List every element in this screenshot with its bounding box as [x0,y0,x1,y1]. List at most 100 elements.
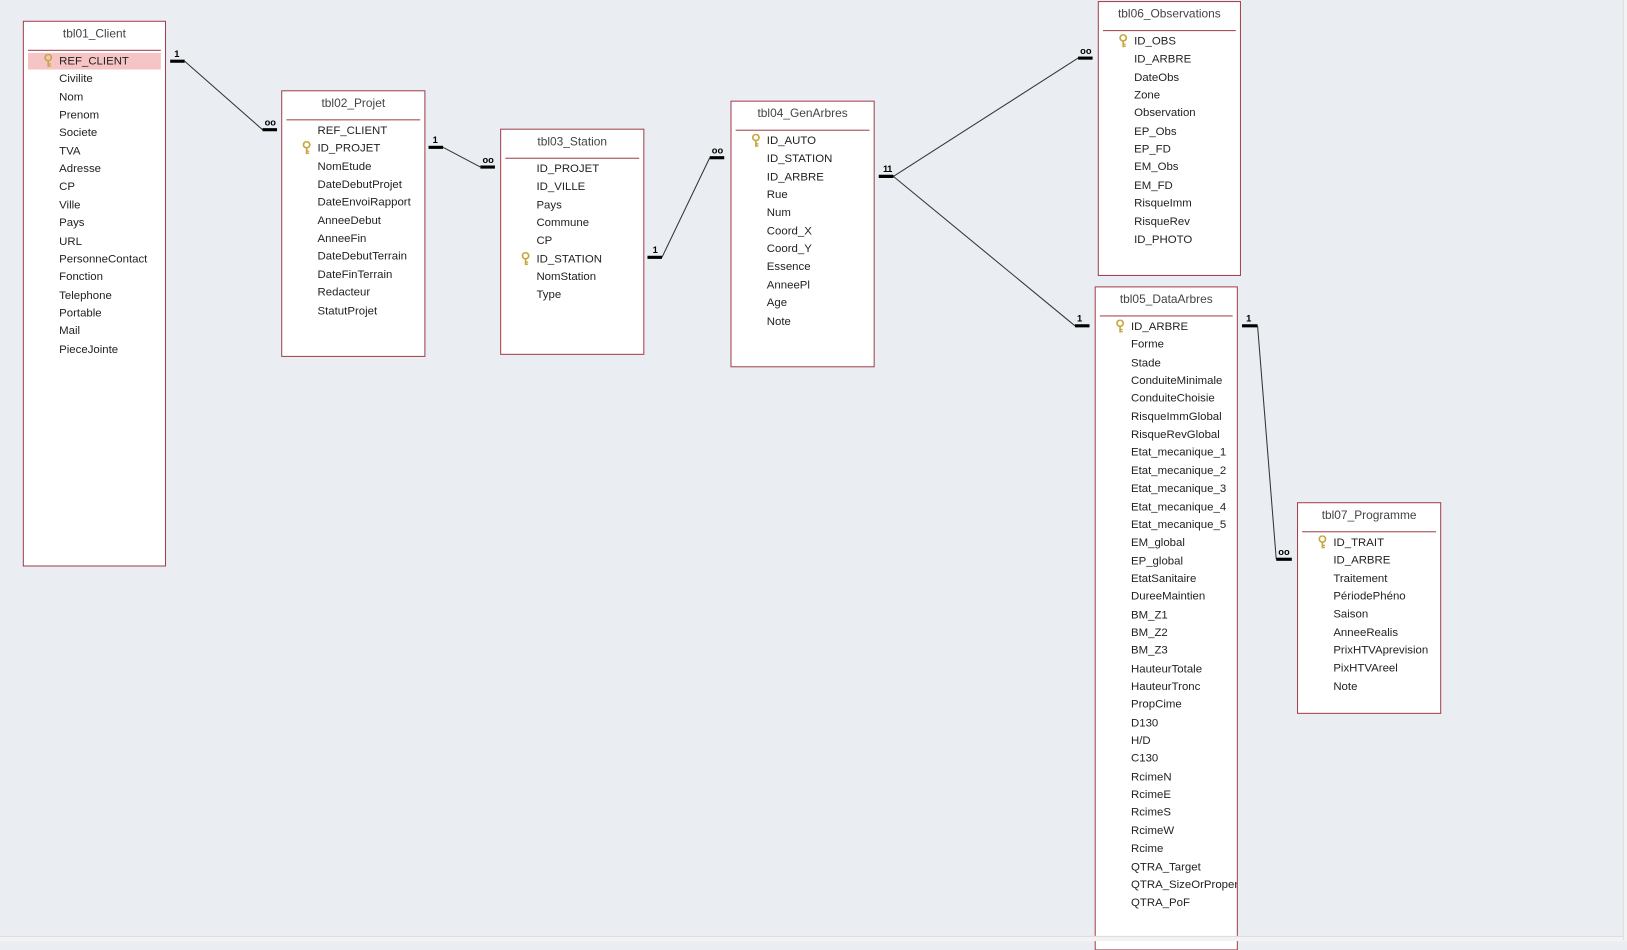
field-row[interactable]: ID_ARBRE [1103,51,1236,68]
field-row[interactable]: RisqueImm [1103,195,1236,212]
table-title[interactable]: tbl06_Observations [1099,8,1240,20]
field-row[interactable]: EM_Obs [1103,159,1236,176]
field-row[interactable]: Fonction [28,269,161,286]
field-row[interactable]: DateObs [1103,69,1236,86]
field-row[interactable]: ID_ARBRE [1302,552,1436,569]
field-row[interactable]: Redacteur [286,284,420,301]
table-tbl02-projet[interactable]: tbl02_Projet REF_CLIENT ID_PROJET NomEtude D… [281,90,426,357]
field-row[interactable]: PersonneContact [28,251,161,268]
table-title[interactable]: tbl01_Client [24,28,165,40]
field-row[interactable]: RisqueRevGlobal [1100,427,1233,444]
field-row[interactable]: Note [736,313,870,330]
field-row[interactable]: URL [28,233,161,250]
field-row[interactable]: ID_STATION [736,151,870,168]
field-row[interactable]: AnneeFin [286,230,420,247]
field-row[interactable]: Etat_mecanique_5 [1100,517,1233,534]
table-title[interactable]: tbl05_DataArbres [1096,294,1237,306]
field-row[interactable]: NomStation [505,269,639,286]
field-row[interactable]: DateDebutProjet [286,176,420,193]
field-row[interactable]: EP_FD [1103,141,1236,158]
field-row[interactable]: ID_TRAIT [1302,534,1436,551]
table-title[interactable]: tbl02_Projet [282,98,424,110]
field-row[interactable]: NomEtude [286,158,420,175]
field-row[interactable]: AnneePl [736,277,870,294]
field-row[interactable]: DateEnvoiRapport [286,194,420,211]
field-row[interactable]: RcimeE [1100,787,1233,804]
field-row[interactable]: Etat_mecanique_1 [1100,445,1233,462]
field-row[interactable]: EM_global [1100,535,1233,552]
field-row[interactable]: Zone [1103,87,1236,104]
field-row[interactable]: PropCime [1100,697,1233,714]
field-row[interactable]: AnneeRealis [1302,624,1436,641]
field-row[interactable]: BM_Z1 [1100,607,1233,624]
field-row[interactable]: QTRA_PoF [1100,895,1233,912]
field-row[interactable]: BM_Z2 [1100,625,1233,642]
field-row[interactable]: Etat_mecanique_3 [1100,481,1233,498]
table-tbl05-dataarbres[interactable]: tbl05_DataArbres ID_ARBRE Forme Stade Condui… [1094,286,1238,950]
field-row[interactable]: EtatSanitaire [1100,571,1233,588]
field-row[interactable]: DateDebutTerrain [286,248,420,265]
field-row[interactable]: CP [505,233,639,250]
field-row[interactable]: Mail [28,323,161,340]
field-row[interactable]: ID_ARBRE [736,169,870,186]
field-row[interactable]: BM_Z3 [1100,643,1233,660]
field-row[interactable]: ID_ARBRE [1100,319,1233,336]
field-row[interactable]: Coord_X [736,223,870,240]
table-tbl03-station[interactable]: tbl03_Station ID_PROJET ID_VILLE Pays Commun… [500,128,645,355]
field-row[interactable]: AnneeDebut [286,212,420,229]
table-tbl07-programme[interactable]: tbl07_Programme ID_TRAIT ID_ARBRE Traitemen… [1297,502,1442,714]
field-row[interactable]: HauteurTotale [1100,661,1233,678]
field-row[interactable]: Portable [28,305,161,322]
vertical-scrollbar[interactable] [1622,0,1627,941]
field-row[interactable]: ConduiteChoisie [1100,391,1233,408]
field-row[interactable]: Num [736,205,870,222]
field-row[interactable]: Nom [28,89,161,106]
field-row[interactable]: Pays [28,215,161,232]
field-row[interactable]: Rue [736,187,870,204]
table-title[interactable]: tbl07_Programme [1298,509,1440,521]
field-row[interactable]: Essence [736,259,870,276]
field-row[interactable]: PériodePhéno [1302,588,1436,605]
field-row[interactable]: ID_PROJET [286,140,420,157]
table-tbl06-observations[interactable]: tbl06_Observations ID_OBS ID_ARBRE DateObs Z… [1097,1,1241,277]
field-row[interactable]: RcimeS [1100,805,1233,822]
field-row[interactable]: Etat_mecanique_4 [1100,499,1233,516]
field-row[interactable]: ID_OBS [1103,33,1236,50]
field-row[interactable]: Civilite [28,71,161,88]
field-row[interactable]: ID_STATION [505,251,639,268]
field-row[interactable]: Rcime [1100,841,1233,858]
field-row[interactable]: REF_CLIENT [286,122,420,139]
field-row[interactable]: Commune [505,215,639,232]
table-title[interactable]: tbl04_GenArbres [732,108,874,120]
field-row[interactable]: Age [736,295,870,312]
field-row[interactable]: Telephone [28,287,161,304]
field-row[interactable]: RisqueImmGlobal [1100,409,1233,426]
field-row[interactable]: H/D [1100,733,1233,750]
field-row[interactable]: REF_CLIENT [28,52,161,70]
field-row[interactable]: Coord_Y [736,241,870,258]
field-row[interactable]: Stade [1100,355,1233,372]
field-row[interactable]: EP_global [1100,553,1233,570]
field-row[interactable]: RisqueRev [1103,213,1236,230]
field-row[interactable]: Prenom [28,107,161,124]
field-row[interactable]: ID_VILLE [505,179,639,196]
field-row[interactable]: Societe [28,125,161,142]
field-row[interactable]: ID_AUTO [736,133,870,150]
field-row[interactable]: Forme [1100,337,1233,354]
field-row[interactable]: CP [28,179,161,196]
field-row[interactable]: EM_FD [1103,177,1236,194]
field-row[interactable]: RcimeN [1100,769,1233,786]
field-row[interactable]: ID_PROJET [505,161,639,178]
field-row[interactable]: PixHTVAreel [1302,660,1436,677]
table-title[interactable]: tbl03_Station [501,136,643,148]
field-row[interactable]: Ville [28,197,161,214]
field-row[interactable]: ConduiteMinimale [1100,373,1233,390]
field-row[interactable]: Etat_mecanique_2 [1100,463,1233,480]
field-row[interactable]: Note [1302,678,1436,695]
field-row[interactable]: Observation [1103,105,1236,122]
table-tbl01-client[interactable]: tbl01_Client REF_CLIENT Civilite Nom Prenom S… [22,20,167,567]
field-row[interactable]: Saison [1302,606,1436,623]
field-row[interactable]: ID_PHOTO [1103,231,1236,248]
field-row[interactable]: QTRA_SizeOrPropert [1100,877,1237,894]
field-row[interactable]: QTRA_Target [1100,859,1233,876]
